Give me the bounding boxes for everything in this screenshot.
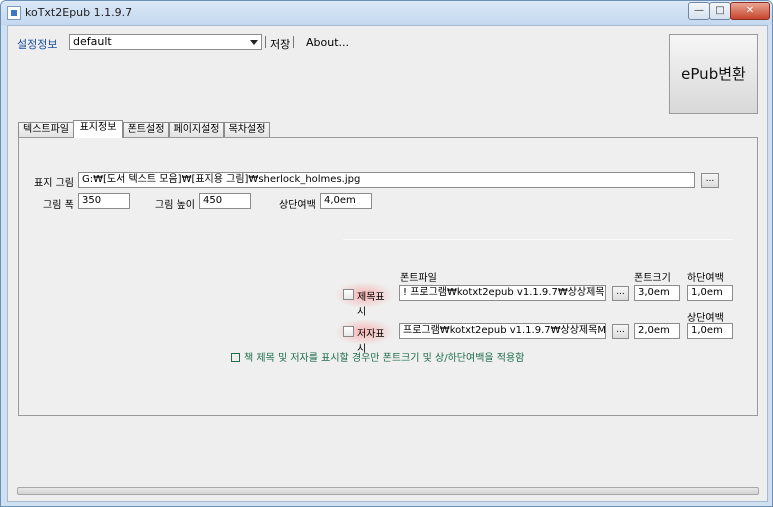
tab-cover-info[interactable]: 표지정보 (73, 120, 123, 138)
title-display-checkbox[interactable] (343, 289, 354, 300)
info-note: 책 제목 및 저자를 표시할 경우만 폰트크기 및 상/하단여백을 적용함 (231, 349, 524, 364)
top-margin-label: 상단여백 (279, 200, 316, 211)
profile-select-value: default (73, 35, 112, 48)
image-height-label: 그림 높이 (155, 200, 195, 211)
minimize-button[interactable]: — (688, 2, 710, 20)
author-checkbox-row: 저자표시 (335, 319, 393, 355)
author-font-browse-button[interactable]: ... (612, 324, 629, 339)
image-width-label: 그림 폭 (43, 200, 74, 211)
tab-page-settings[interactable]: 페이지설정 (169, 122, 224, 137)
title-bottom-margin-field[interactable]: 1,0em (687, 285, 733, 301)
title-display-label: 제목표시 (357, 292, 385, 318)
tab-font-settings[interactable]: 폰트설정 (123, 122, 169, 137)
profile-select[interactable]: default (69, 34, 262, 50)
image-width-field[interactable]: 350 (78, 193, 130, 209)
main-area: 설정정보 default 저장 About... ePub변환 텍스트파일 표지… (7, 25, 768, 502)
cover-info-panel: 표지 그림 G:₩[도서 텍스트 모음]₩[표지용 그림]₩sherlock_h… (18, 137, 758, 416)
app-icon (7, 6, 21, 20)
divider (343, 239, 733, 240)
status-bar (17, 487, 759, 495)
maximize-button[interactable]: □ (709, 2, 731, 20)
setting-label: 설정정보 (17, 38, 58, 51)
tab-text-file[interactable]: 텍스트파일 (18, 122, 74, 137)
info-text: 책 제목 및 저자를 표시할 경우만 폰트크기 및 상/하단여백을 적용함 (244, 353, 525, 364)
font-file-header: 폰트파일 (400, 273, 437, 284)
separator (265, 36, 266, 48)
top-margin-field[interactable]: 4,0em (320, 193, 372, 209)
separator (293, 36, 294, 48)
bottom-margin-header: 하단여백 (687, 273, 724, 284)
author-display-checkbox[interactable] (343, 326, 354, 337)
title-font-browse-button[interactable]: ... (612, 286, 629, 301)
font-size-header: 폰트크기 (634, 273, 671, 284)
author-top-margin-field[interactable]: 1,0em (687, 323, 733, 339)
title-font-file-field[interactable]: ! 프로그램₩kotxt2epub v1.1.9.7₩상상제목B.ttf (399, 285, 606, 301)
epub-convert-button[interactable]: ePub변환 (669, 34, 758, 114)
author-font-size-field[interactable]: 2,0em (634, 323, 680, 339)
cover-image-browse-button[interactable]: ... (701, 173, 719, 188)
cover-image-path-field[interactable]: G:₩[도서 텍스트 모음]₩[표지용 그림]₩sherlock_holmes.… (78, 172, 695, 188)
window-title: koTxt2Epub 1.1.9.7 (25, 6, 133, 19)
title-checkbox-row: 제목표시 (335, 282, 393, 318)
image-height-field[interactable]: 450 (199, 193, 251, 209)
title-bar: koTxt2Epub 1.1.9.7 — □ ✕ (1, 1, 772, 25)
top-margin-header: 상단여백 (687, 313, 724, 324)
tab-toc-settings[interactable]: 목차설정 (224, 122, 270, 137)
title-font-size-field[interactable]: 3,0em (634, 285, 680, 301)
author-font-file-field[interactable]: 프로그램₩kotxt2epub v1.1.9.7₩상상제목M.ttf (399, 323, 606, 339)
chevron-down-icon (250, 40, 258, 45)
save-button[interactable]: 저장 (270, 36, 290, 52)
close-button[interactable]: ✕ (730, 2, 770, 20)
info-icon (231, 353, 240, 362)
about-button[interactable]: About... (306, 36, 349, 49)
cover-image-label: 표지 그림 (34, 178, 74, 189)
app-window: koTxt2Epub 1.1.9.7 — □ ✕ 설정정보 default 저장… (0, 0, 773, 507)
